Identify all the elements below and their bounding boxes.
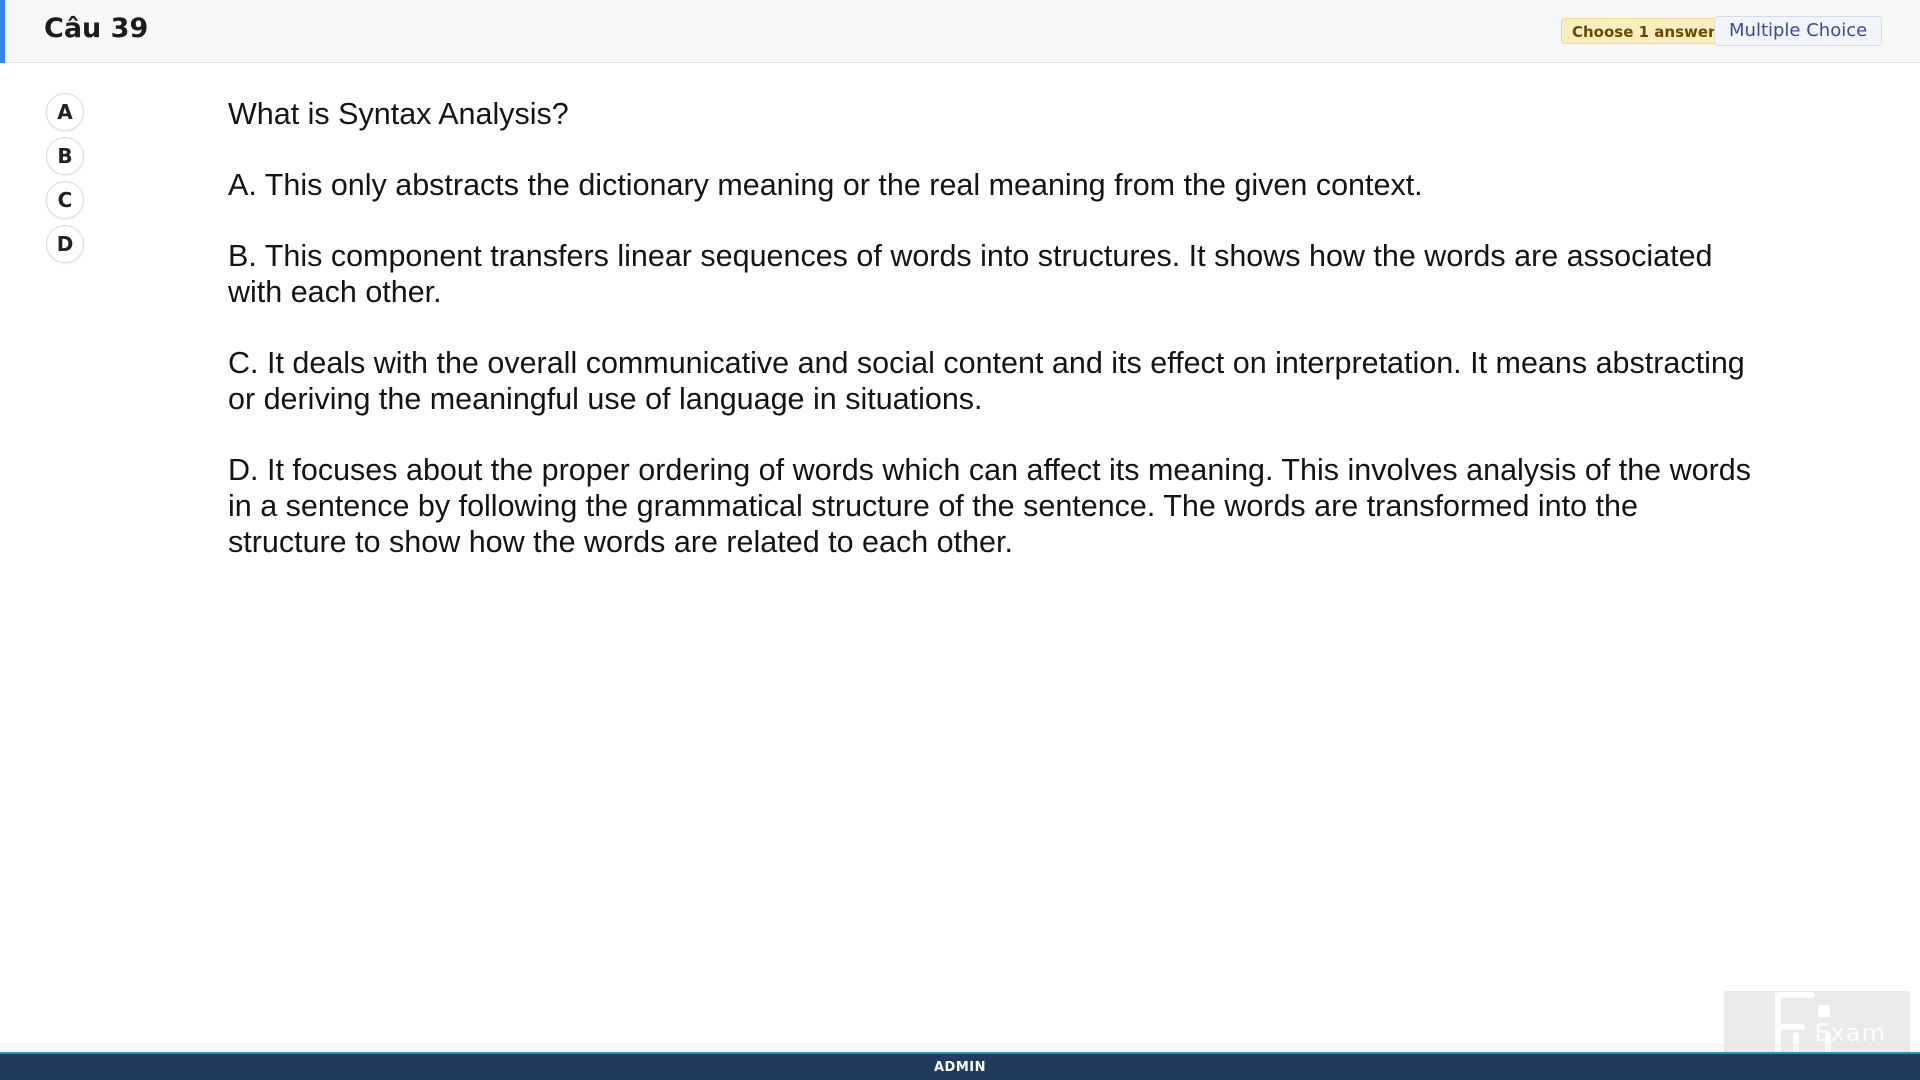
choice-d-text: D. It focuses about the proper ordering … [228, 453, 1751, 559]
answer-option-d[interactable]: D [46, 225, 84, 263]
question-type-badge: Multiple Choice [1714, 16, 1883, 46]
footer-bar: ADMIN [0, 1052, 1920, 1080]
choice-a-text: A. This only abstracts the dictionary me… [228, 168, 1423, 202]
question-number: Câu 39 [44, 13, 149, 44]
question-header: Câu 39 Choose 1 answer Multiple Choice [0, 0, 1920, 63]
question-prompt: What is Syntax Analysis? [228, 97, 569, 131]
footer-user-label: ADMIN [933, 1059, 986, 1075]
header-accent-bar [0, 0, 5, 63]
choice-b-text: B. This component transfers linear seque… [228, 239, 1713, 309]
answer-options: A B C D [46, 93, 84, 269]
answer-option-b[interactable]: B [46, 137, 84, 175]
watermark-text: Exam [1814, 1019, 1886, 1047]
answer-option-c[interactable]: C [46, 181, 84, 219]
choice-c-text: C. It deals with the overall communicati… [228, 346, 1745, 416]
answer-option-a[interactable]: A [46, 93, 84, 131]
choose-count-badge: Choose 1 answer [1561, 18, 1727, 44]
question-content: What is Syntax Analysis? A. This only ab… [228, 96, 1758, 595]
